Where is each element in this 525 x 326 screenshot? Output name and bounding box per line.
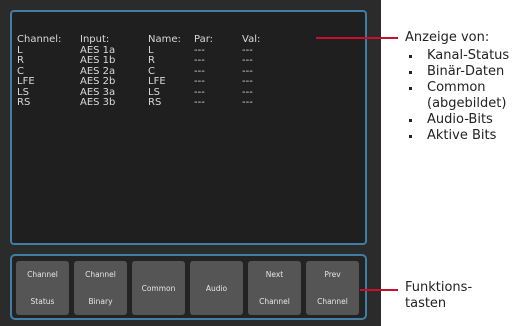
cell-val: ---: [242, 97, 253, 108]
keys-annotation-line2: tasten: [405, 296, 447, 311]
table-header: Channel: Input: Name: Par: Val:: [17, 34, 282, 46]
softkey-label-line2: Status: [30, 297, 55, 306]
softkey-label-line1: Channel: [85, 270, 116, 279]
annotation-item: Common: [405, 80, 509, 96]
header-par: Par:: [194, 34, 214, 45]
header-input: Input:: [80, 34, 110, 45]
header-channel: Channel:: [17, 34, 62, 45]
cell-name: R: [148, 55, 155, 66]
annotation-item: Binär-Daten: [405, 64, 509, 80]
softkey-label-line1: Next: [265, 270, 284, 279]
softkey-label-line2: Channel: [317, 297, 348, 306]
display-annotation-list: Kanal-Status Binär-Daten Common (abgebil…: [405, 48, 509, 144]
channel-table: Channel: Input: Name: Par: Val: L AES 1a…: [17, 34, 282, 109]
softkey-label-line1: Prev: [324, 270, 341, 279]
keys-annotation-line1: Funktions-: [405, 280, 473, 295]
cell-channel: L: [17, 44, 23, 56]
display-callout-line: [316, 37, 398, 39]
softkey-label: Audio: [205, 283, 228, 293]
display-annotation: Anzeige von: Kanal-Status Binär-Daten Co…: [405, 30, 509, 144]
display-annotation-title: Anzeige von:: [405, 30, 490, 45]
keys-callout-line: [360, 289, 398, 291]
analyzer-panel: Channel: Input: Name: Par: Val: L AES 1a…: [0, 0, 381, 326]
cell-val: ---: [242, 76, 253, 87]
display-screen: Channel: Input: Name: Par: Val: L AES 1a…: [10, 10, 367, 245]
prev-channel-softkey[interactable]: Prev Channel: [306, 261, 359, 315]
cell-input: AES 2b: [80, 76, 116, 87]
cell-par: ---: [194, 76, 205, 87]
softkey-bar: Channel Status Channel Binary Common Aud…: [10, 254, 367, 320]
annotation-item: Aktive Bits: [405, 128, 509, 144]
softkey-label-line2: Channel: [259, 297, 290, 306]
cell-name: LFE: [148, 76, 166, 87]
cell-par: ---: [194, 97, 205, 108]
softkey-label-line2: Binary: [88, 297, 113, 306]
cell-name: RS: [148, 97, 162, 108]
cell-input: AES 1b: [80, 55, 116, 66]
softkey-label-line1: Channel: [27, 270, 58, 279]
audio-softkey[interactable]: Audio: [190, 261, 243, 315]
keys-annotation: Funktions- tasten: [405, 280, 472, 312]
table-row: RS AES 3b RS --- ---: [17, 97, 282, 109]
header-val: Val:: [242, 34, 261, 45]
table-row: R AES 1b R --- ---: [17, 55, 282, 67]
cell-channel: R: [17, 55, 24, 66]
cell-input: AES 3b: [80, 97, 116, 108]
cell-channel: RS: [17, 97, 31, 108]
channel-binary-softkey[interactable]: Channel Binary: [74, 261, 127, 315]
softkey-label: Common: [141, 283, 176, 293]
header-name: Name:: [148, 34, 181, 45]
next-channel-softkey[interactable]: Next Channel: [248, 261, 301, 315]
annotation-item: Kanal-Status: [405, 48, 509, 64]
annotation-item: Audio-Bits: [405, 112, 509, 128]
cell-val: ---: [242, 55, 253, 66]
cell-par: ---: [194, 55, 205, 66]
cell-channel: LFE: [17, 76, 35, 87]
annotation-item-continuation: (abgebildet): [427, 96, 507, 111]
table-row: LFE AES 2b LFE --- ---: [17, 76, 282, 88]
common-softkey[interactable]: Common: [132, 261, 185, 315]
channel-status-softkey[interactable]: Channel Status: [16, 261, 69, 315]
